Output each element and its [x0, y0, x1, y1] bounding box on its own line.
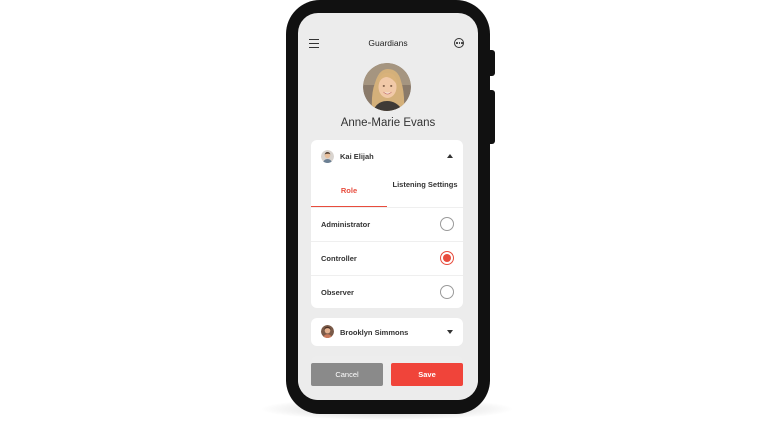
- guardian-avatar: [321, 325, 334, 338]
- expand-caret-icon[interactable]: [447, 330, 453, 334]
- role-radio-observer[interactable]: [440, 285, 454, 299]
- save-button[interactable]: Save: [391, 363, 463, 386]
- hamburger-menu-icon[interactable]: [309, 39, 319, 48]
- guardian-card-expanded: Kai Elijah Role Listening Settings Admin…: [311, 140, 463, 308]
- guardian-name: Kai Elijah: [340, 152, 374, 161]
- guardian-avatar: [321, 150, 334, 163]
- phone-side-button-top: [489, 50, 495, 76]
- role-radio-administrator[interactable]: [440, 217, 454, 231]
- profile-name: Anne-Marie Evans: [340, 117, 436, 129]
- app-screen: Guardians Anne-Marie Evans Kai Elijah Ro…: [298, 13, 478, 400]
- role-option-observer[interactable]: Observer: [311, 275, 463, 308]
- tab-listening-settings[interactable]: Listening Settings: [387, 180, 463, 190]
- role-radio-controller[interactable]: [440, 251, 454, 265]
- tab-role[interactable]: Role: [311, 175, 387, 207]
- guardian-name: Brooklyn Simmons: [340, 328, 409, 337]
- role-option-administrator[interactable]: Administrator: [311, 207, 463, 241]
- guardian-card-header[interactable]: Kai Elijah: [311, 140, 463, 174]
- role-label: Observer: [321, 288, 354, 297]
- role-option-controller[interactable]: Controller: [311, 241, 463, 275]
- profile-avatar: [363, 63, 411, 111]
- more-options-icon[interactable]: [454, 38, 464, 48]
- phone-side-button-bottom: [489, 90, 495, 144]
- guardian-card-collapsed[interactable]: Brooklyn Simmons: [311, 318, 463, 346]
- collapse-caret-icon[interactable]: [447, 154, 453, 158]
- role-label: Controller: [321, 254, 357, 263]
- role-label: Administrator: [321, 220, 371, 229]
- cancel-button[interactable]: Cancel: [311, 363, 383, 386]
- page-title: Guardians: [368, 38, 408, 48]
